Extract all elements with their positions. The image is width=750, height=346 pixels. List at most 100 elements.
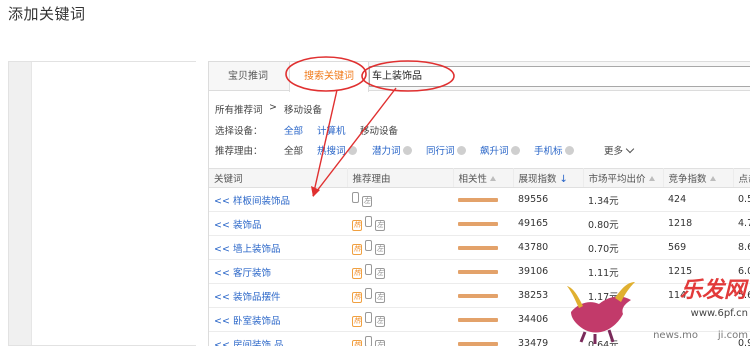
- relevance-bar: [458, 293, 498, 298]
- keyword-link[interactable]: << 装饰品摆件: [214, 292, 280, 303]
- phone-icon: [365, 288, 372, 299]
- header-competition-label: 竞争指数: [668, 174, 707, 185]
- ctr-cell: 4.79: [733, 211, 750, 236]
- ctr-cell: 0.59: [733, 187, 750, 212]
- reason-option-potential[interactable]: 潜力词: [372, 143, 412, 157]
- avg-bid-cell: 0.70元: [583, 235, 663, 260]
- sort-icon: [709, 176, 716, 181]
- reason-cell: 热左: [347, 235, 453, 260]
- reason-hot-label: 热搜词: [317, 146, 346, 157]
- page-title: 添加关键词: [8, 5, 86, 23]
- header-ctr[interactable]: 点击: [733, 168, 750, 188]
- keyword-cell: << 装饰品摆件: [209, 283, 347, 308]
- reason-cell: 热左: [347, 307, 453, 332]
- hot-icon: 热: [352, 316, 362, 327]
- reason-potential-label: 潜力词: [372, 146, 401, 157]
- help-icon: [347, 146, 357, 155]
- impressions-cell: 89556: [513, 187, 583, 212]
- device-filter-label: 选择设备：: [215, 126, 263, 137]
- phone-icon: [365, 336, 372, 346]
- reason-rising-label: 飙升词: [480, 146, 509, 157]
- phone-icon: [365, 240, 372, 251]
- header-avg-bid-label: 市场平均出价: [588, 174, 646, 185]
- keyword-link[interactable]: << 客厅装饰: [214, 268, 271, 279]
- reason-cell: 热左: [347, 331, 453, 346]
- hot-icon: 热: [352, 268, 362, 279]
- watermark: 乐发网 www.6pf.cn news.mo ji.com: [565, 268, 750, 346]
- phone-icon: [365, 264, 372, 275]
- breadcrumb-root[interactable]: 所有推荐词: [215, 102, 263, 116]
- more-label: 更多: [604, 146, 624, 157]
- peer-icon: 左: [362, 196, 372, 207]
- header-relevance-label: 相关性: [458, 174, 488, 185]
- reason-option-mobile[interactable]: 手机标: [534, 143, 574, 157]
- watermark-news: news.mo: [653, 330, 698, 341]
- ctr-cell: 8.64: [733, 235, 750, 260]
- device-option-mobile[interactable]: 移动设备: [360, 123, 398, 137]
- relevance-cell: [453, 211, 513, 236]
- device-option-all[interactable]: 全部: [284, 123, 303, 137]
- help-icon: [402, 146, 412, 155]
- keyword-link[interactable]: << 墙上装饰品: [214, 244, 280, 255]
- tab-search-keywords[interactable]: 搜索关键词: [289, 62, 369, 92]
- reason-filter-label: 推荐理由：: [215, 146, 263, 157]
- header-keyword: 关键词: [209, 168, 348, 188]
- hot-icon: 热: [352, 244, 362, 255]
- relevance-cell: [453, 235, 513, 260]
- breadcrumb-separator: >: [269, 102, 277, 113]
- header-reason: 推荐理由: [347, 168, 454, 188]
- keyword-link[interactable]: << 样板间装饰品: [214, 196, 290, 207]
- chevron-down-icon: [625, 144, 635, 154]
- keyword-link[interactable]: << 卧室装饰品: [214, 316, 280, 327]
- relevance-bar: [458, 269, 498, 274]
- watermark-bull-logo: [567, 282, 635, 344]
- peer-icon: 左: [375, 316, 385, 327]
- header-impressions-label: 展现指数: [518, 174, 557, 185]
- reason-cell: 左: [347, 187, 453, 212]
- reason-cell: 热左: [347, 259, 453, 284]
- header-relevance[interactable]: 相关性: [453, 168, 514, 188]
- table-header-row: 关键词 推荐理由 相关性 展现指数↓ 市场平均出价 竞争指数 点击: [209, 168, 750, 188]
- keyword-cell: << 墙上装饰品: [209, 235, 347, 260]
- tab-item-recommend[interactable]: 宝贝推词: [209, 62, 287, 91]
- relevance-cell: [453, 307, 513, 332]
- reason-option-rising[interactable]: 飙升词: [480, 143, 520, 157]
- peer-icon: 左: [375, 244, 385, 255]
- avg-bid-cell: 1.34元: [583, 187, 663, 212]
- relevance-cell: [453, 331, 513, 346]
- hot-icon: 热: [352, 220, 362, 231]
- peer-icon: 左: [375, 292, 385, 303]
- left-panel: [8, 61, 197, 346]
- reason-option-peer[interactable]: 同行词: [426, 143, 466, 157]
- help-icon: [564, 146, 574, 155]
- phone-icon: [365, 216, 372, 227]
- relevance-bar: [458, 317, 498, 322]
- keyword-cell: << 卧室装饰品: [209, 307, 347, 332]
- competition-cell: 1218: [663, 211, 733, 236]
- relevance-bar: [458, 221, 498, 226]
- keyword-cell: << 样板间装饰品: [209, 187, 347, 212]
- relevance-cell: [453, 187, 513, 212]
- relevance-bar: [458, 245, 498, 250]
- keyword-search-input[interactable]: 车上装饰品: [369, 66, 750, 87]
- device-option-computer[interactable]: 计算机: [317, 123, 346, 137]
- reason-option-all[interactable]: 全部: [284, 143, 303, 157]
- relevance-bar: [458, 197, 498, 202]
- header-avg-bid[interactable]: 市场平均出价: [583, 168, 664, 188]
- header-impressions[interactable]: 展现指数 ↓: [513, 168, 584, 188]
- header-competition[interactable]: 竞争指数: [663, 168, 734, 188]
- reason-cell: 热左: [347, 283, 453, 308]
- keyword-cell: << 装饰品: [209, 211, 347, 236]
- left-panel-content: [31, 62, 197, 345]
- keyword-cell: << 客厅装饰: [209, 259, 347, 284]
- watermark-title: 乐发网: [679, 277, 746, 303]
- more-dropdown[interactable]: 更多: [604, 143, 635, 157]
- avg-bid-cell: 0.80元: [583, 211, 663, 236]
- table-row: << 墙上装饰品热左437800.70元5698.64: [209, 235, 750, 260]
- keyword-link[interactable]: << 装饰品: [214, 220, 261, 231]
- impressions-cell: 49165: [513, 211, 583, 236]
- peer-icon: 左: [375, 220, 385, 231]
- keyword-link[interactable]: << 房间装饰 品: [214, 340, 283, 346]
- keyword-cell: << 房间装饰 品: [209, 331, 347, 346]
- reason-option-hot[interactable]: 热搜词: [317, 143, 357, 157]
